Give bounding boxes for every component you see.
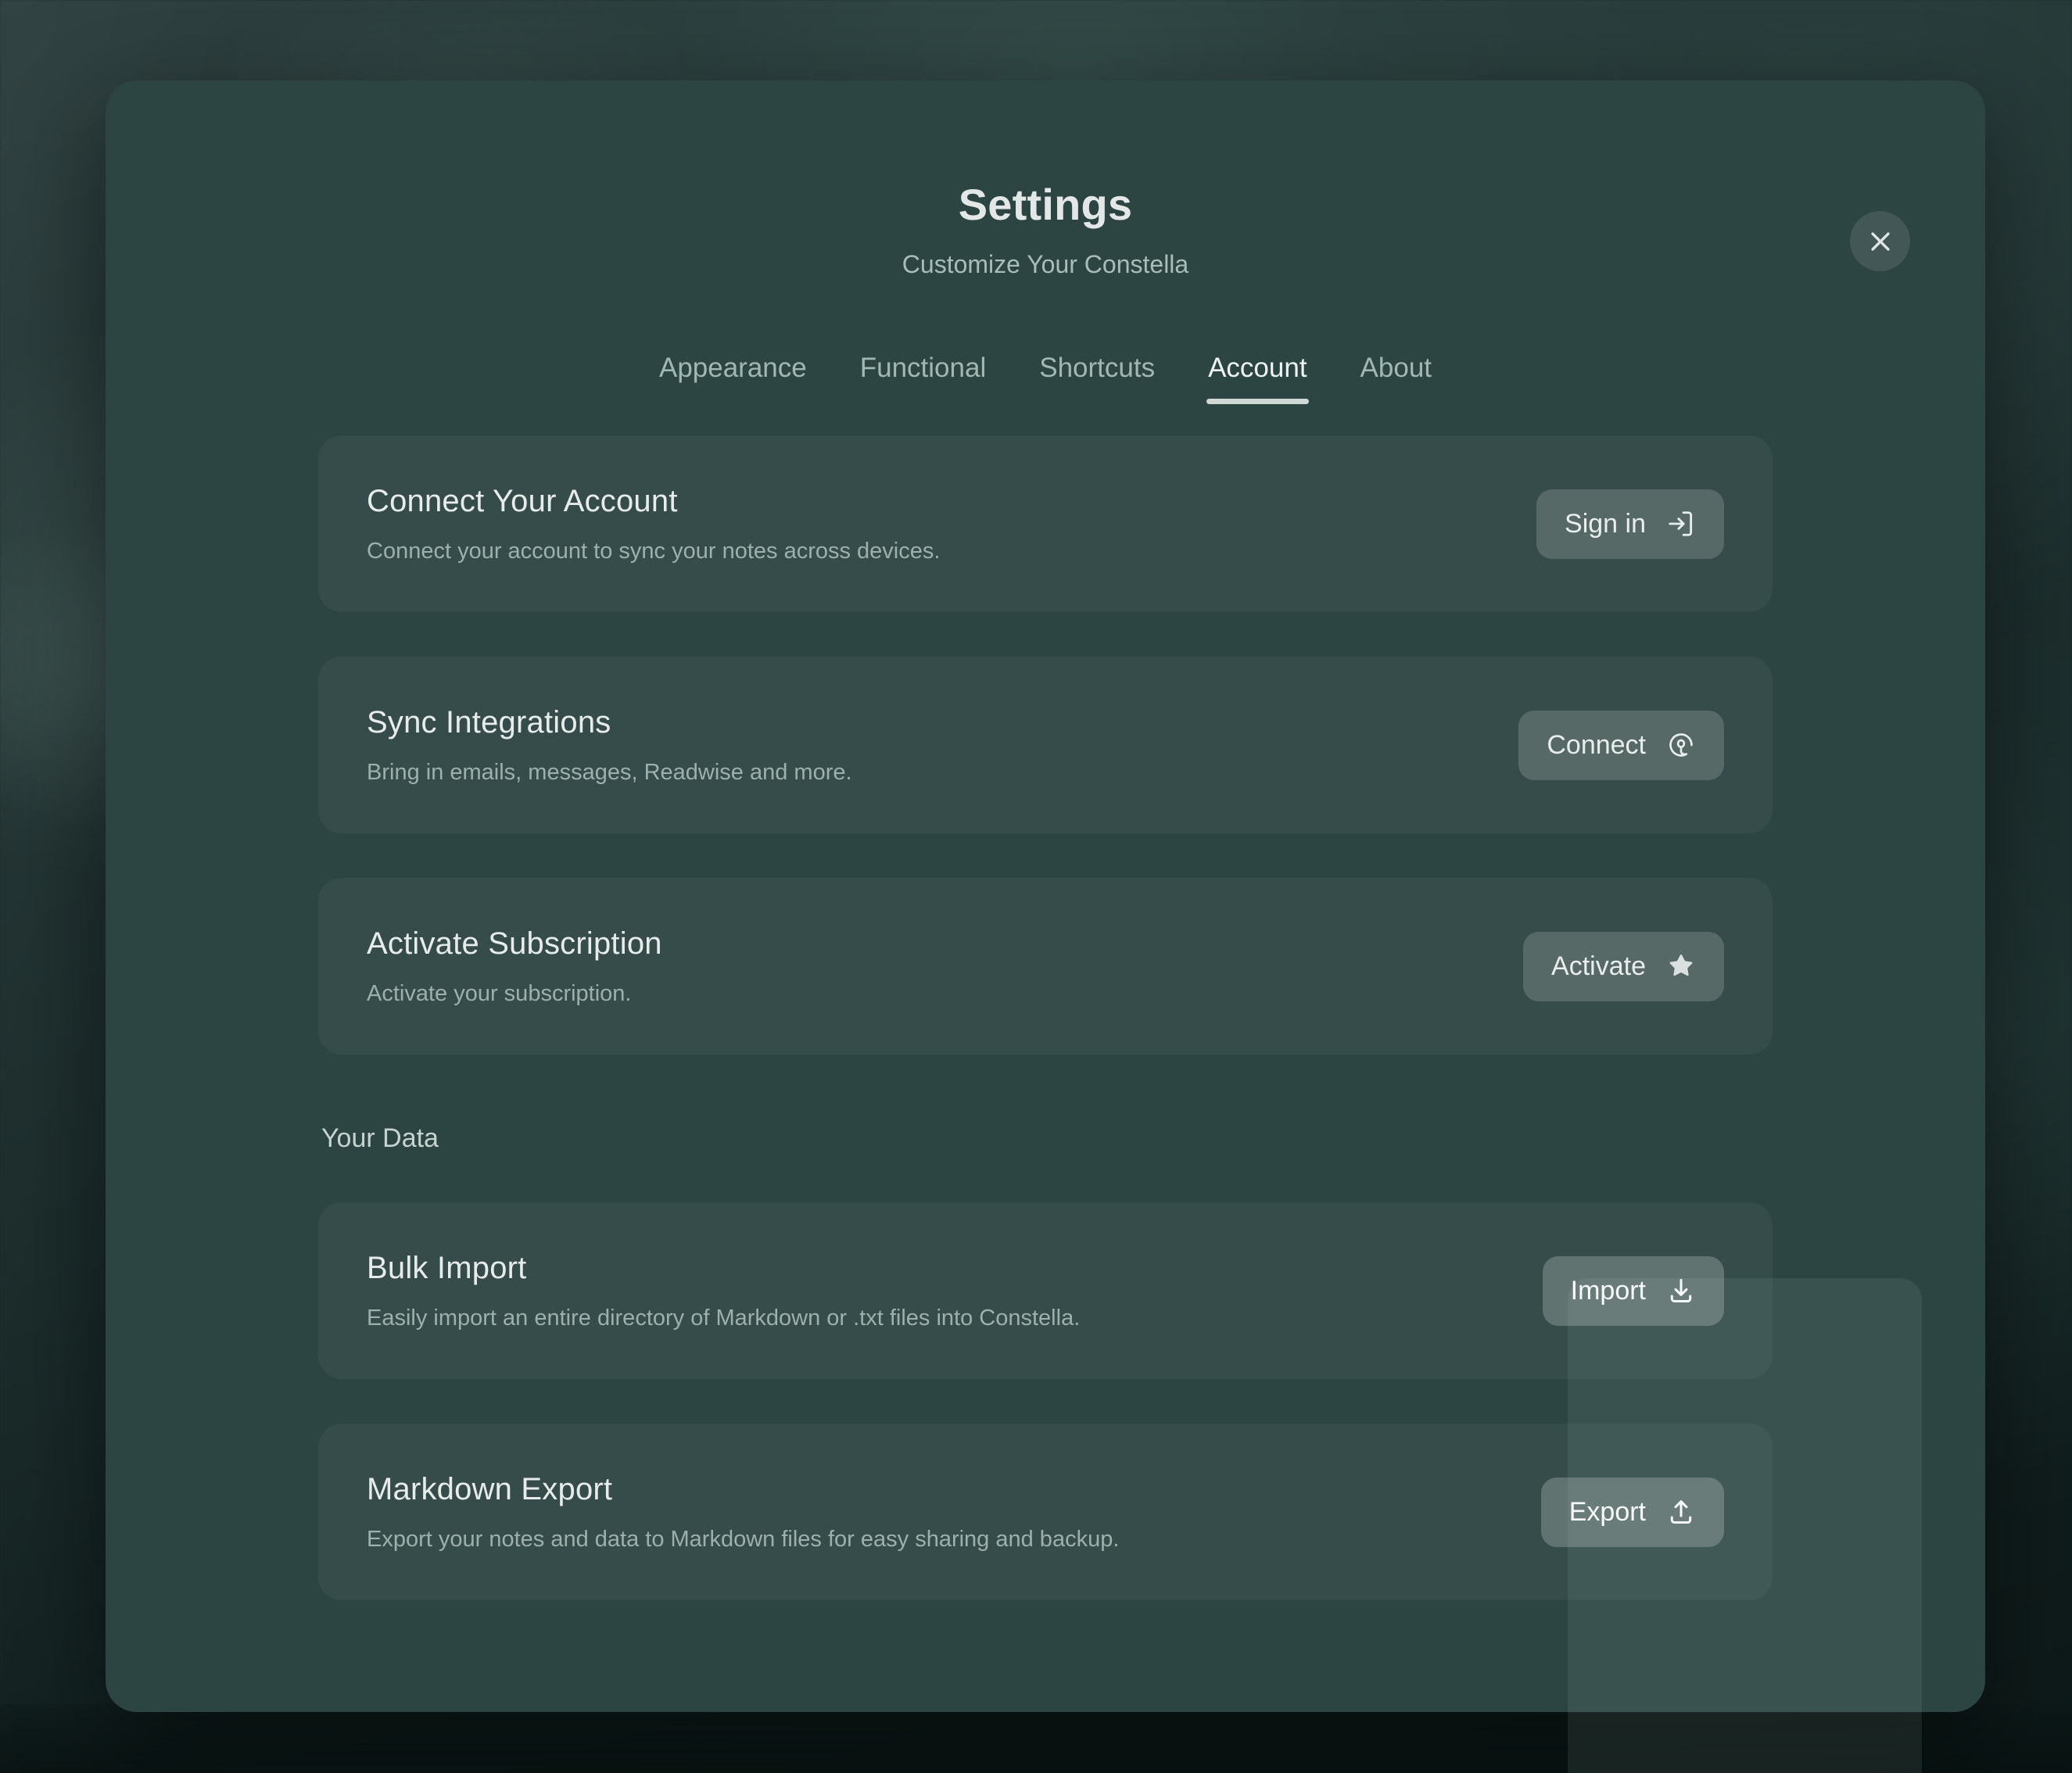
tab-account[interactable]: Account [1206,349,1310,404]
row-title: Connect Your Account [367,483,678,518]
modal-header: Settings Customize Your Constella [106,81,1985,279]
login-icon [1669,511,1693,536]
settings-tabs: Appearance Functional Shortcuts Account … [106,349,1985,404]
row-title: Sync Integrations [367,704,611,740]
row-description: Export your notes and data to Markdown f… [367,1526,1120,1552]
tab-appearance[interactable]: Appearance [658,349,808,404]
section-label-your-data: Your Data [321,1123,439,1153]
settings-modal: Settings Customize Your Constella Appear… [106,81,1985,1712]
row-description: Activate your subscription. [367,980,632,1006]
export-button-label: Export [1568,1496,1646,1527]
row-title: Bulk Import [367,1250,527,1285]
import-button[interactable]: Import [1542,1255,1724,1326]
connect-button-label: Connect [1547,729,1646,760]
activate-button[interactable]: Activate [1523,931,1724,1001]
export-button[interactable]: Export [1540,1477,1724,1547]
row-activate-subscription: Activate Subscription Activate your subs… [318,878,1773,1055]
row-title: Activate Subscription [367,926,662,961]
download-icon [1670,1279,1692,1302]
page-title: Settings [958,180,1133,229]
backdrop-bottom-shade [0,1704,2072,1773]
row-sync-integrations: Sync Integrations Bring in emails, messa… [318,657,1773,833]
activate-button-label: Activate [1551,951,1646,981]
import-button-label: Import [1570,1275,1646,1306]
row-markdown-export: Markdown Export Export your notes and da… [318,1424,1773,1600]
tab-shortcuts[interactable]: Shortcuts [1038,349,1156,404]
sign-in-button-label: Sign in [1565,508,1646,539]
star-icon [1669,955,1693,976]
close-icon[interactable] [1850,211,1910,271]
sign-in-button[interactable]: Sign in [1536,489,1724,559]
row-text: Bulk Import Easily import an entire dire… [367,1251,1080,1331]
connect-button[interactable]: Connect [1518,710,1724,780]
plug-icon [1669,733,1693,757]
tab-about[interactable]: About [1359,349,1433,404]
row-title: Markdown Export [367,1471,613,1506]
row-description: Bring in emails, messages, Readwise and … [367,759,852,785]
row-text: Connect Your Account Connect your accoun… [367,484,940,564]
row-connect-account: Connect Your Account Connect your accoun… [318,435,1773,612]
row-bulk-import: Bulk Import Easily import an entire dire… [318,1202,1773,1379]
page-subtitle: Customize Your Constella [902,250,1189,278]
tab-functional[interactable]: Functional [859,349,988,404]
row-text: Sync Integrations Bring in emails, messa… [367,705,852,786]
row-description: Connect your account to sync your notes … [367,538,941,564]
upload-icon [1670,1500,1692,1524]
row-text: Activate Subscription Activate your subs… [367,926,662,1007]
row-text: Markdown Export Export your notes and da… [367,1472,1119,1553]
row-description: Easily import an entire directory of Mar… [367,1305,1081,1331]
settings-content: Connect Your Account Connect your accoun… [106,435,1985,1600]
